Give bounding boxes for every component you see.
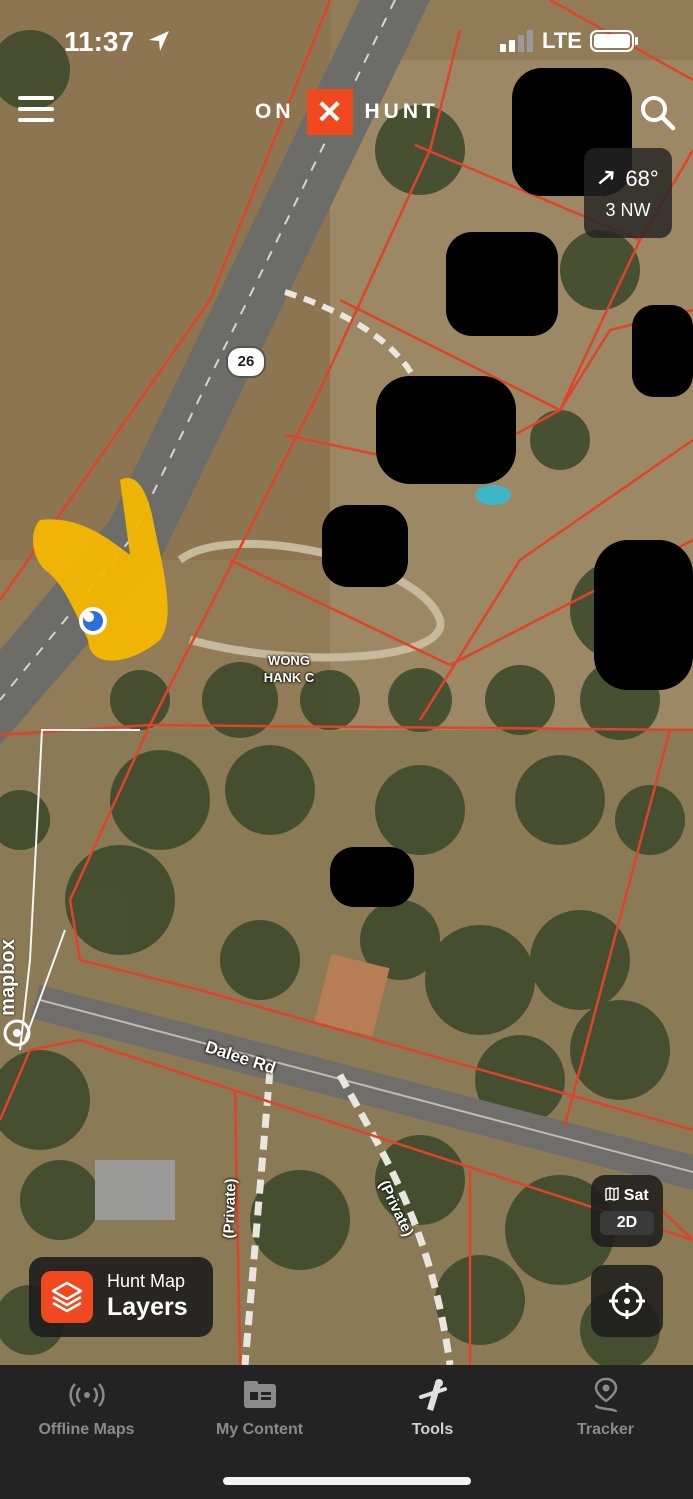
clock: 11:37 — [64, 26, 135, 57]
weather-widget[interactable]: 68° 3 NW — [584, 148, 672, 238]
battery-icon — [590, 30, 638, 52]
wind-arrow-icon — [598, 170, 614, 185]
top-bar: ON ✕ HUNT — [0, 88, 693, 136]
tab-my-content[interactable]: My Content — [173, 1365, 346, 1465]
onx-hunt-screen: 26 WONG HANK C Dalee Rd (Private) (Priva… — [0, 0, 693, 1499]
view-mode-2d[interactable]: 2D — [600, 1211, 654, 1235]
layers-icon — [41, 1271, 93, 1323]
locate-button[interactable] — [591, 1265, 663, 1337]
mapbox-logo-icon — [3, 1019, 31, 1047]
tab-label: Offline Maps — [38, 1421, 135, 1438]
temperature-row: 68° — [584, 166, 672, 192]
mapbox-attribution[interactable]: mapbox — [0, 918, 34, 1048]
layers-button[interactable]: Hunt Map Layers — [29, 1257, 213, 1337]
locate-crosshair-icon — [609, 1283, 645, 1319]
wind-speed: 3 NW — [605, 200, 651, 220]
home-indicator[interactable] — [223, 1477, 471, 1485]
search-icon[interactable] — [638, 93, 676, 131]
location-arrow-icon — [149, 31, 169, 51]
onx-logo: ON ✕ HUNT — [255, 88, 439, 136]
road-label-private-1: (Private) — [220, 1178, 240, 1239]
map-icon — [605, 1187, 620, 1201]
owner-line-1: WONG — [268, 653, 310, 668]
offline-icon — [68, 1383, 105, 1407]
tab-label: My Content — [215, 1421, 304, 1438]
mapbox-wordmark: mapbox — [0, 939, 19, 1016]
layers-label-line1: Hunt Map — [107, 1271, 186, 1291]
owner-line-2: HANK C — [263, 670, 315, 685]
tab-offline-maps[interactable]: Offline Maps — [0, 1365, 173, 1465]
temperature: 68° — [625, 166, 659, 191]
logo-text-on: ON — [255, 100, 295, 123]
status-bar: 11:37 LTE — [0, 0, 693, 80]
basemap-label: Sat — [623, 1187, 649, 1204]
menu-button[interactable] — [18, 96, 54, 128]
tab-label: Tracker — [577, 1421, 634, 1438]
parcel-owner-label[interactable]: WONG HANK C — [252, 652, 326, 686]
tab-tracker[interactable]: Tracker — [519, 1365, 692, 1465]
basemap-label-row: Sat — [591, 1187, 663, 1205]
network-type: LTE — [542, 28, 582, 53]
tools-icon — [418, 1379, 447, 1411]
folder-icon — [243, 1381, 276, 1408]
tab-label: Tools — [411, 1421, 454, 1438]
cell-signal-icon — [500, 30, 533, 52]
logo-x-mark: ✕ — [306, 89, 353, 135]
logo-text-hunt: HUNT — [364, 100, 439, 123]
basemap-toggle[interactable]: Sat 2D — [591, 1175, 663, 1247]
tracker-icon — [594, 1377, 617, 1413]
route-shield: 26 — [226, 346, 266, 378]
tab-tools[interactable]: Tools — [346, 1365, 519, 1465]
layers-label-line2: Layers — [107, 1293, 188, 1321]
